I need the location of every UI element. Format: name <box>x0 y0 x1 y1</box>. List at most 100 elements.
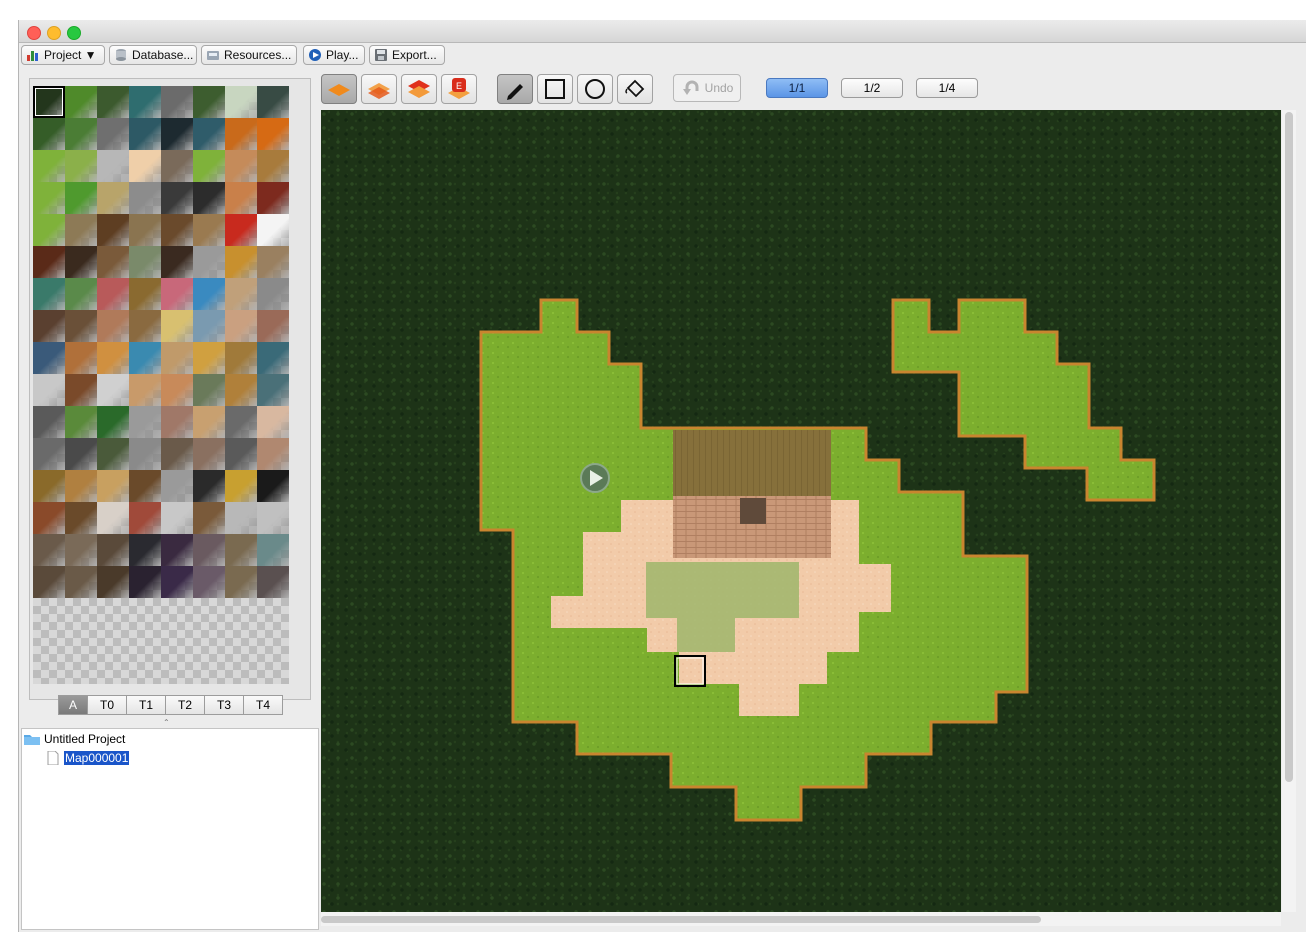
tile-grid[interactable] <box>33 86 289 598</box>
palette-tile[interactable] <box>33 438 65 470</box>
project-menu-button[interactable]: Project ▼ <box>21 45 105 65</box>
palette-tile[interactable] <box>161 566 193 598</box>
palette-tile[interactable] <box>65 278 97 310</box>
zoom-window-button[interactable] <box>67 26 81 40</box>
palette-tile[interactable] <box>65 214 97 246</box>
palette-tile[interactable] <box>33 118 65 150</box>
vertical-scrollbar[interactable] <box>1285 112 1293 782</box>
palette-tile[interactable] <box>33 150 65 182</box>
palette-tile[interactable] <box>225 310 257 342</box>
tree-item-map[interactable]: Map000001 <box>46 750 130 766</box>
palette-tile[interactable] <box>225 86 257 118</box>
palette-tile[interactable] <box>33 406 65 438</box>
palette-tile[interactable] <box>257 278 289 310</box>
palette-tile[interactable] <box>129 86 161 118</box>
palette-tile[interactable] <box>225 182 257 214</box>
palette-tile[interactable] <box>225 438 257 470</box>
palette-tile[interactable] <box>225 278 257 310</box>
palette-tile[interactable] <box>161 342 193 374</box>
splitter-handle[interactable]: ⌃ <box>163 718 170 727</box>
palette-tile[interactable] <box>193 438 225 470</box>
tab-t2[interactable]: T2 <box>165 695 205 715</box>
palette-tile[interactable] <box>161 182 193 214</box>
pencil-tool-button[interactable] <box>497 74 533 104</box>
palette-tile[interactable] <box>129 438 161 470</box>
palette-tile[interactable] <box>225 566 257 598</box>
palette-tile[interactable] <box>65 310 97 342</box>
palette-tile[interactable] <box>225 534 257 566</box>
palette-tile[interactable] <box>97 310 129 342</box>
tab-t3[interactable]: T3 <box>204 695 244 715</box>
palette-tile[interactable] <box>225 374 257 406</box>
tab-a[interactable]: A <box>58 695 88 715</box>
palette-tile[interactable] <box>193 182 225 214</box>
tab-t1[interactable]: T1 <box>126 695 166 715</box>
palette-tile[interactable] <box>65 86 97 118</box>
palette-tile[interactable] <box>257 374 289 406</box>
palette-tile[interactable] <box>257 182 289 214</box>
layer-lower-button[interactable] <box>321 74 357 104</box>
palette-tile[interactable] <box>33 342 65 374</box>
palette-tile[interactable] <box>193 150 225 182</box>
palette-tile[interactable] <box>65 502 97 534</box>
palette-tile[interactable] <box>97 214 129 246</box>
layer-upper-button[interactable] <box>361 74 397 104</box>
palette-tile[interactable] <box>193 118 225 150</box>
palette-tile[interactable] <box>129 118 161 150</box>
fill-tool-button[interactable] <box>617 74 653 104</box>
palette-tile[interactable] <box>257 566 289 598</box>
palette-tile[interactable] <box>33 470 65 502</box>
palette-tile[interactable] <box>257 118 289 150</box>
export-button[interactable]: Export... <box>369 45 445 65</box>
palette-tile[interactable] <box>193 310 225 342</box>
palette-tile[interactable] <box>193 566 225 598</box>
palette-tile[interactable] <box>65 246 97 278</box>
map-canvas[interactable] <box>321 110 1281 912</box>
palette-tile[interactable] <box>193 86 225 118</box>
palette-tile[interactable] <box>193 406 225 438</box>
close-window-button[interactable] <box>27 26 41 40</box>
tree-item-project[interactable]: Untitled Project <box>24 732 125 746</box>
scale-1-2-button[interactable]: 1/2 <box>841 78 903 98</box>
palette-tile[interactable] <box>193 214 225 246</box>
palette-tile[interactable] <box>257 214 289 246</box>
palette-tile[interactable] <box>225 342 257 374</box>
palette-tile[interactable] <box>129 278 161 310</box>
selected-tile[interactable] <box>33 86 65 118</box>
palette-tile[interactable] <box>129 342 161 374</box>
palette-tile[interactable] <box>97 566 129 598</box>
palette-tile[interactable] <box>33 278 65 310</box>
palette-tile[interactable] <box>257 470 289 502</box>
palette-tile[interactable] <box>193 246 225 278</box>
palette-tile[interactable] <box>129 374 161 406</box>
palette-tile[interactable] <box>193 502 225 534</box>
palette-tile[interactable] <box>161 118 193 150</box>
palette-tile[interactable] <box>97 342 129 374</box>
palette-tile[interactable] <box>161 246 193 278</box>
palette-tile[interactable] <box>129 534 161 566</box>
resources-button[interactable]: Resources... <box>201 45 297 65</box>
palette-tile[interactable] <box>129 182 161 214</box>
rectangle-tool-button[interactable] <box>537 74 573 104</box>
minimize-window-button[interactable] <box>47 26 61 40</box>
palette-tile[interactable] <box>225 214 257 246</box>
palette-tile[interactable] <box>161 406 193 438</box>
palette-tile[interactable] <box>65 342 97 374</box>
palette-tile[interactable] <box>225 150 257 182</box>
palette-tile[interactable] <box>161 150 193 182</box>
palette-tile[interactable] <box>33 182 65 214</box>
palette-tile[interactable] <box>257 406 289 438</box>
palette-tile[interactable] <box>193 374 225 406</box>
palette-tile[interactable] <box>97 470 129 502</box>
palette-tile[interactable] <box>257 534 289 566</box>
palette-tile[interactable] <box>65 150 97 182</box>
palette-tile[interactable] <box>33 310 65 342</box>
palette-tile[interactable] <box>97 438 129 470</box>
palette-tile[interactable] <box>97 278 129 310</box>
palette-tile[interactable] <box>161 534 193 566</box>
palette-tile[interactable] <box>33 534 65 566</box>
layer-top-button[interactable] <box>401 74 437 104</box>
undo-button[interactable]: Undo <box>673 74 741 102</box>
palette-tile[interactable] <box>65 406 97 438</box>
palette-tile[interactable] <box>161 470 193 502</box>
